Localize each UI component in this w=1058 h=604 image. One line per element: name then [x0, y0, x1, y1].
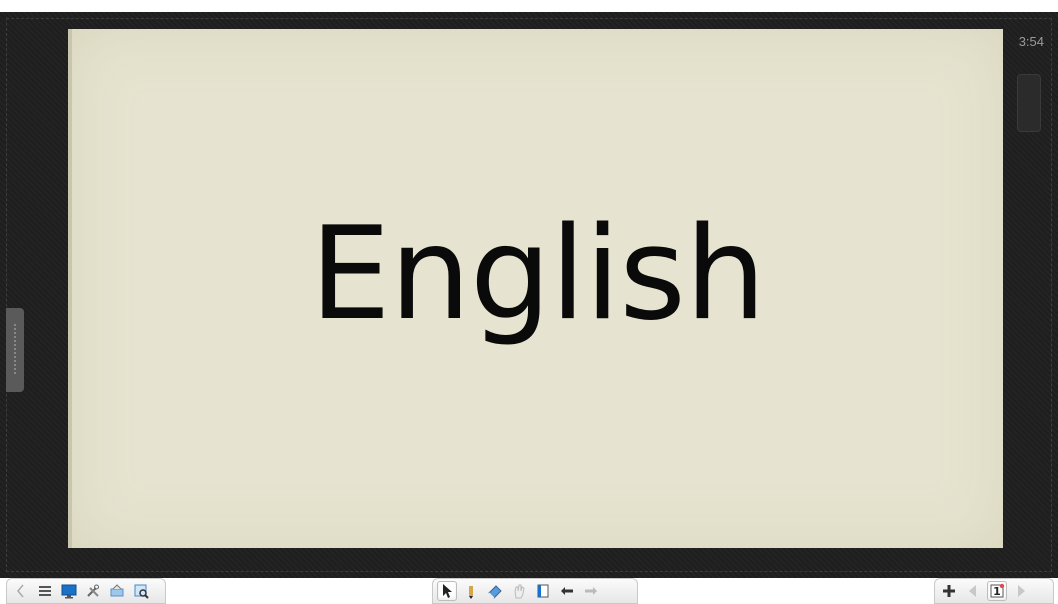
- eraser-icon[interactable]: [485, 581, 505, 601]
- page-number-label: 1: [993, 585, 1001, 598]
- image-search-icon[interactable]: [131, 581, 151, 601]
- screen-icon[interactable]: [59, 581, 79, 601]
- left-toolbar: [6, 578, 166, 604]
- right-toolbar: 1: [934, 578, 1054, 604]
- left-drawer-handle[interactable]: [6, 308, 24, 392]
- select-arrow-icon[interactable]: [437, 581, 457, 601]
- pen-icon[interactable]: [461, 581, 481, 601]
- slide-canvas[interactable]: English: [68, 29, 1003, 548]
- tools-icon[interactable]: [83, 581, 103, 601]
- page-cut-icon[interactable]: [533, 581, 553, 601]
- slide-title: English: [309, 200, 766, 349]
- expand-left-icon[interactable]: [11, 581, 31, 601]
- prev-page-icon[interactable]: [963, 581, 983, 601]
- redo-icon[interactable]: [581, 581, 601, 601]
- next-page-icon[interactable]: [1011, 581, 1031, 601]
- clock-rest: 3:54: [1018, 34, 1044, 49]
- add-page-icon[interactable]: [939, 581, 959, 601]
- hand-icon[interactable]: [509, 581, 529, 601]
- center-toolbar: [432, 578, 638, 604]
- menu-icon[interactable]: [35, 581, 55, 601]
- page-number-icon[interactable]: 1: [987, 581, 1007, 601]
- undo-icon[interactable]: [557, 581, 577, 601]
- board-icon[interactable]: [107, 581, 127, 601]
- right-scroll-handle[interactable]: [1017, 74, 1041, 132]
- clock-hour-digit: 1: [1011, 34, 1019, 49]
- clock: 13:54: [1011, 34, 1044, 49]
